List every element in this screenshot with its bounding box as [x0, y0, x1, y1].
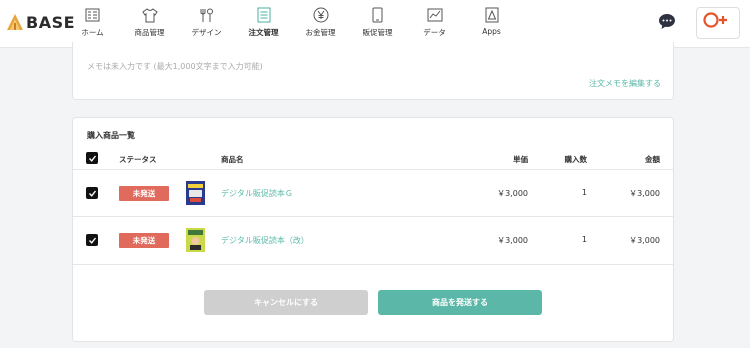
column-header-qty: 購入数: [564, 155, 588, 164]
select-all-checkbox[interactable]: [86, 152, 98, 164]
unit-price: ￥3,000: [497, 189, 528, 198]
nav-item-money[interactable]: お金管理: [292, 0, 349, 48]
nav-item-products[interactable]: 商品管理: [121, 0, 178, 48]
check-icon: [88, 190, 96, 197]
cancel-order-button[interactable]: キャンセルにする: [204, 290, 368, 315]
shop-logo: [703, 12, 727, 28]
column-header-unit-price: 単価: [513, 155, 528, 164]
amount: ￥3,000: [629, 189, 660, 198]
product-name-link[interactable]: デジタル販促読本Ｇ: [221, 188, 293, 199]
amount: ￥3,000: [629, 236, 660, 245]
row-divider: [73, 216, 673, 217]
product-name-link[interactable]: デジタル販促読本（改）: [221, 235, 309, 246]
product-thumbnail: [186, 228, 205, 252]
coin-icon: [313, 7, 329, 23]
chart-icon: [427, 7, 443, 23]
nav-label-products: 商品管理: [134, 28, 165, 37]
nav-item-promotion[interactable]: 販促管理: [349, 0, 406, 48]
edit-memo-link[interactable]: 注文メモを編集する: [589, 78, 661, 89]
nav-item-orders[interactable]: 注文管理: [235, 0, 292, 48]
tools-icon: [199, 7, 215, 23]
row-checkbox[interactable]: [86, 187, 98, 199]
phone-icon: [370, 7, 386, 23]
check-icon: [88, 237, 96, 244]
order-icon: [256, 7, 272, 23]
nav-label-money: お金管理: [305, 28, 336, 37]
ship-items-button[interactable]: 商品を発送する: [378, 290, 542, 315]
purchased-items-card: 購入商品一覧 ステータス 商品名 単価 購入数 金額 未発送 デジタル販促読本Ｇ…: [72, 117, 674, 342]
column-header-status: ステータス: [119, 155, 157, 164]
nav-label-data: データ: [423, 28, 446, 37]
nav-item-design[interactable]: デザイン: [178, 0, 235, 48]
row-divider: [73, 169, 673, 170]
nav-item-apps[interactable]: Apps: [463, 0, 520, 48]
column-header-name: 商品名: [221, 155, 244, 164]
nav-label-apps: Apps: [482, 27, 501, 36]
nav-item-home[interactable]: ホーム: [64, 0, 121, 48]
home-icon: [85, 7, 101, 23]
shop-logo-button[interactable]: [696, 7, 740, 39]
base-logo-icon: [7, 14, 23, 30]
shirt-icon: [141, 7, 158, 23]
status-badge: 未発送: [119, 186, 169, 201]
nav-label-promotion: 販促管理: [362, 28, 393, 37]
row-checkbox[interactable]: [86, 234, 98, 246]
unit-price: ￥3,000: [497, 236, 528, 245]
nav-label-home: ホーム: [81, 28, 104, 37]
main-nav: ホーム 商品管理 デザイン 注文管理 お金管理 販促管理 データ Apps: [64, 0, 520, 48]
items-section-title: 購入商品一覧: [87, 131, 135, 140]
product-thumbnail: [186, 181, 205, 205]
status-badge: 未発送: [119, 233, 169, 248]
chat-icon: [659, 14, 675, 29]
memo-placeholder-text: メモは未入力です (最大1,000文字まで入力可能): [87, 62, 263, 71]
top-header: BASE ホーム 商品管理 デザイン 注文管理 お金管理 販促管理 データ Ap…: [0, 0, 750, 48]
apps-icon: [484, 7, 500, 23]
check-icon: [88, 155, 96, 162]
nav-label-design: デザイン: [191, 28, 222, 37]
nav-label-orders: 注文管理: [248, 28, 279, 37]
quantity: 1: [581, 188, 587, 197]
nav-item-data[interactable]: データ: [406, 0, 463, 48]
chat-button[interactable]: [658, 13, 676, 30]
column-header-amount: 金額: [645, 155, 660, 164]
row-divider: [73, 264, 673, 265]
order-memo-card: メモは未入力です (最大1,000文字まで入力可能) 注文メモを編集する: [72, 42, 674, 100]
quantity: 1: [581, 235, 587, 244]
